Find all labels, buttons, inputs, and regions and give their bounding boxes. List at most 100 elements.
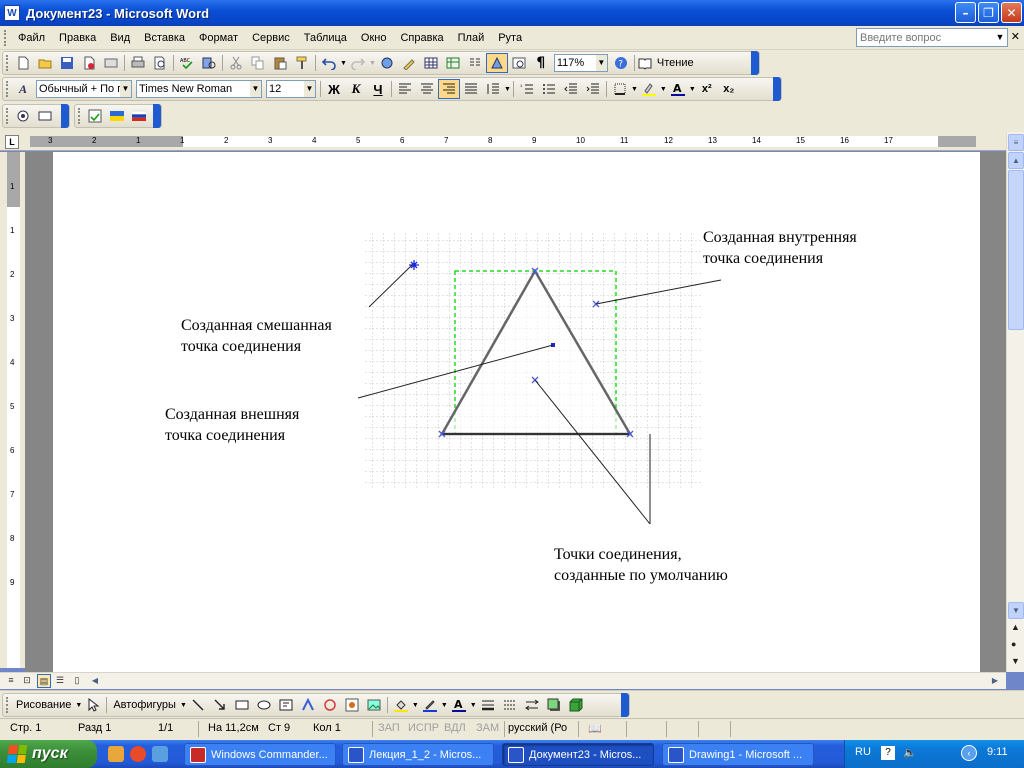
style-select[interactable]: Обычный + По г ▼ bbox=[36, 80, 132, 98]
font-color-dropdown-icon[interactable]: ▼ bbox=[470, 702, 477, 709]
vertical-scrollbar[interactable]: ≡ ▲ ▼ ▲ ● ▼ bbox=[1006, 132, 1024, 672]
diagram-icon[interactable] bbox=[319, 695, 341, 715]
help-tray-icon[interactable]: ? bbox=[881, 746, 895, 760]
dash-style-icon[interactable] bbox=[499, 695, 521, 715]
close-button[interactable]: ✕ bbox=[1001, 2, 1022, 23]
line-style-icon[interactable] bbox=[477, 695, 499, 715]
spellcheck-doc-icon[interactable] bbox=[84, 106, 106, 126]
line-spacing-icon[interactable] bbox=[482, 79, 504, 99]
restore-button[interactable]: ❐ bbox=[978, 2, 999, 23]
print-layout-view-icon[interactable]: ▤ bbox=[37, 674, 51, 688]
task-drawing1[interactable]: Drawing1 - Microsoft ... bbox=[662, 743, 814, 766]
undo-dropdown-icon[interactable]: ▼ bbox=[340, 60, 347, 67]
task-document23[interactable]: Документ23 - Micros... bbox=[502, 743, 654, 766]
document-page[interactable]: Созданная внутренняя точка соединения Со… bbox=[53, 152, 980, 672]
bold-button[interactable]: Ж bbox=[323, 79, 345, 99]
font-color-dropdown-icon[interactable]: ▼ bbox=[689, 86, 696, 93]
subscript-icon[interactable]: x₂ bbox=[718, 79, 740, 99]
fill-color-dropdown-icon[interactable]: ▼ bbox=[412, 702, 419, 709]
font-color-icon[interactable]: A bbox=[448, 695, 470, 715]
align-left-icon[interactable] bbox=[394, 79, 416, 99]
menu-table[interactable]: Таблица bbox=[297, 27, 354, 49]
menu-format[interactable]: Формат bbox=[192, 27, 245, 49]
scroll-thumb[interactable] bbox=[1008, 170, 1024, 330]
align-right-icon[interactable] bbox=[438, 79, 460, 99]
save-icon[interactable] bbox=[56, 53, 78, 73]
russia-flag-icon[interactable] bbox=[128, 106, 150, 126]
help-search-input[interactable]: Введите вопрос ▼ bbox=[856, 28, 1008, 47]
toolbar-grip[interactable] bbox=[6, 108, 9, 124]
ruler-toggle-icon[interactable]: ≡ bbox=[1008, 134, 1024, 151]
normal-view-icon[interactable]: ≡ bbox=[4, 674, 18, 688]
toolbar-options-icon[interactable] bbox=[153, 104, 161, 128]
numbering-icon[interactable]: 1 bbox=[516, 79, 538, 99]
rectangle-tool-icon[interactable] bbox=[231, 695, 253, 715]
font-size-select[interactable]: 12 ▼ bbox=[266, 80, 316, 98]
tab-selector-icon[interactable]: L bbox=[5, 135, 19, 149]
drawing-dropdown-icon[interactable]: ▼ bbox=[75, 702, 82, 709]
menu-view[interactable]: Вид bbox=[103, 27, 137, 49]
oval-tool-icon[interactable] bbox=[253, 695, 275, 715]
tables-borders-icon[interactable] bbox=[398, 53, 420, 73]
volume-icon[interactable]: 🔈 bbox=[903, 746, 917, 759]
task-lecture[interactable]: Лекция_1_2 - Micros... bbox=[342, 743, 494, 766]
arrow-tool-icon[interactable] bbox=[209, 695, 231, 715]
chevron-down-icon[interactable]: ▼ bbox=[304, 81, 315, 97]
font-select[interactable]: Times New Roman ▼ bbox=[136, 80, 262, 98]
increase-indent-icon[interactable] bbox=[582, 79, 604, 99]
menu-window[interactable]: Окно bbox=[354, 27, 394, 49]
horizontal-ruler[interactable]: L 3 2 1 1 2 3 4 5 6 7 8 9 10 11 12 13 14 15 16 17 bbox=[0, 132, 1006, 151]
ukraine-flag-icon[interactable] bbox=[106, 106, 128, 126]
select-objects-icon[interactable] bbox=[82, 695, 104, 715]
menu-help[interactable]: Справка bbox=[393, 27, 450, 49]
redo-icon[interactable] bbox=[347, 53, 369, 73]
align-center-icon[interactable] bbox=[416, 79, 438, 99]
line-color-dropdown-icon[interactable]: ▼ bbox=[441, 702, 448, 709]
screen-tool-icon[interactable] bbox=[34, 106, 56, 126]
email-icon[interactable] bbox=[100, 53, 122, 73]
menu-insert[interactable]: Вставка bbox=[137, 27, 192, 49]
toolbar-options-icon[interactable] bbox=[751, 51, 759, 75]
vertical-ruler[interactable]: 1 1 2 3 4 5 6 7 8 9 bbox=[0, 152, 25, 668]
textbox-tool-icon[interactable] bbox=[275, 695, 297, 715]
word-app-icon[interactable]: W bbox=[4, 5, 20, 21]
undo-icon[interactable] bbox=[318, 53, 340, 73]
superscript-icon[interactable]: x² bbox=[696, 79, 718, 99]
start-button[interactable]: пуск bbox=[0, 740, 97, 768]
quicklaunch-flash-icon[interactable] bbox=[108, 746, 124, 762]
3d-style-icon[interactable] bbox=[565, 695, 587, 715]
decrease-indent-icon[interactable] bbox=[560, 79, 582, 99]
web-view-icon[interactable]: ⊡ bbox=[20, 674, 34, 688]
doc-close-icon[interactable]: ✕ bbox=[1011, 30, 1020, 43]
borders-dropdown-icon[interactable]: ▼ bbox=[631, 86, 638, 93]
toolbar-grip[interactable] bbox=[78, 108, 81, 124]
status-ext[interactable]: ВДЛ bbox=[444, 722, 466, 734]
scroll-down-icon[interactable]: ▼ bbox=[1008, 602, 1024, 619]
clipart-icon[interactable] bbox=[341, 695, 363, 715]
insert-excel-icon[interactable] bbox=[442, 53, 464, 73]
toolbar-options-icon[interactable] bbox=[773, 77, 781, 101]
copy-icon[interactable] bbox=[247, 53, 269, 73]
highlight-dropdown-icon[interactable]: ▼ bbox=[660, 86, 667, 93]
menu-grip[interactable] bbox=[4, 29, 7, 46]
menu-play[interactable]: Плай bbox=[451, 27, 492, 49]
permission-icon[interactable] bbox=[78, 53, 100, 73]
document-map-icon[interactable] bbox=[508, 53, 530, 73]
hyperlink-icon[interactable] bbox=[376, 53, 398, 73]
fill-color-icon[interactable] bbox=[390, 695, 412, 715]
print-preview-icon[interactable] bbox=[149, 53, 171, 73]
chevron-down-icon[interactable]: ▼ bbox=[993, 29, 1007, 46]
quicklaunch-desktop-icon[interactable] bbox=[152, 746, 168, 762]
status-ovr[interactable]: ЗАМ bbox=[476, 722, 499, 734]
justify-icon[interactable] bbox=[460, 79, 482, 99]
scroll-up-icon[interactable]: ▲ bbox=[1008, 152, 1024, 169]
read-mode-button[interactable]: Чтение bbox=[653, 57, 698, 69]
research-icon[interactable] bbox=[198, 53, 220, 73]
line-color-icon[interactable] bbox=[419, 695, 441, 715]
line-spacing-dropdown-icon[interactable]: ▼ bbox=[504, 86, 511, 93]
columns-icon[interactable] bbox=[464, 53, 486, 73]
reading-view-icon[interactable]: ▯ bbox=[70, 674, 84, 688]
drawing-toggle-icon[interactable] bbox=[485, 53, 508, 73]
toolbar-options-icon[interactable] bbox=[621, 693, 629, 717]
horizontal-scrollbar[interactable]: ≡ ⊡ ▤ ☰ ▯ ◀ ▶ bbox=[0, 672, 1006, 689]
